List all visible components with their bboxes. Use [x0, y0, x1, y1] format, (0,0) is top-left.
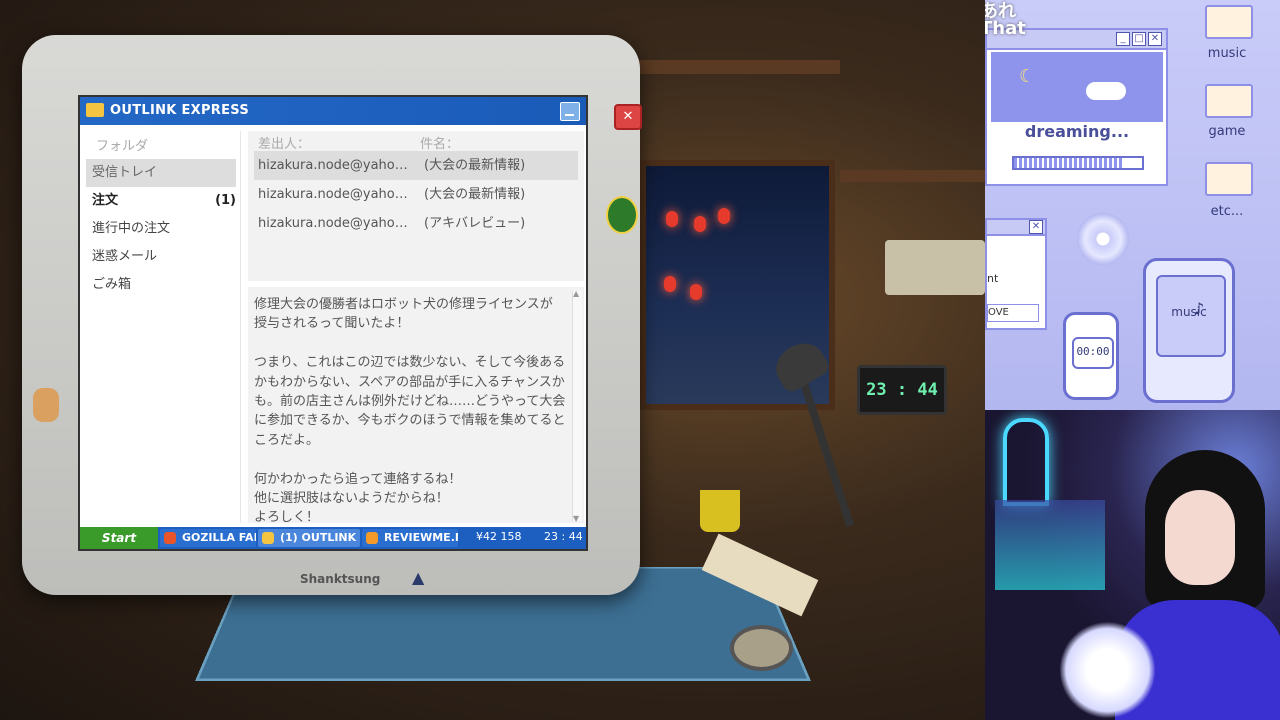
minimize-icon: _ [1116, 32, 1130, 46]
taskbar-item-mail[interactable]: (1) OUTLINK E… [258, 529, 360, 547]
game-scene: 23 : 44 ✕ Shanktsung ▲ OUTLINK EXPRESS フ… [0, 0, 985, 720]
mail-row[interactable]: hizakura.node@yaho… (大会の最新情報) [248, 180, 584, 209]
minimize-button[interactable] [560, 102, 580, 121]
night-sky-image: ☾ [991, 52, 1163, 122]
mail-row[interactable]: hizakura.node@yaho… (アキバレビュー) [248, 209, 584, 238]
webcam-feed [985, 410, 1280, 720]
bear-sticker [33, 388, 59, 422]
review-icon [366, 532, 378, 544]
banana-badge-icon [606, 196, 638, 234]
mail-from: hizakura.node@yaho… [258, 187, 408, 202]
lantern [664, 276, 676, 292]
taskbar-item-browser[interactable]: GOZILLA FAI… [160, 529, 256, 547]
moon-icon: ☾ [1019, 66, 1036, 87]
small-window-text: nt [987, 272, 999, 285]
column-subject[interactable]: 件名： [420, 133, 459, 152]
sidebar-item-orders-in-progress[interactable]: 進行中の注文 [86, 215, 240, 243]
mail-from: hizakura.node@yaho… [258, 158, 408, 173]
small-window: ✕ nt OVE [985, 218, 1047, 330]
watch-icon: 00:00 [1063, 312, 1119, 400]
overlay-caption: あれ That [985, 3, 1026, 39]
lantern [690, 284, 702, 300]
sidebar-item-label: ごみ箱 [92, 277, 132, 292]
lantern [666, 211, 678, 227]
dreaming-progress-bar [1012, 156, 1144, 170]
message-preview: 修理大会の優勝者はロボット犬の修理ライセンスが 授与されるって聞いたよ！ つまり… [248, 287, 584, 523]
mail-list: 差出人： 件名： hizakura.node@yaho… (大会の最新情報) h… [248, 131, 584, 281]
close-icon: ✕ [1148, 32, 1162, 46]
sidebar-item-label: 迷惑メール [92, 249, 158, 264]
taskbar-item-label: (1) OUTLINK E… [280, 531, 360, 544]
taskbar-item-review[interactable]: REVIEWME.NOT [362, 529, 458, 547]
monitor-brand: Shanktsung [300, 572, 381, 586]
taskbar-item-label: GOZILLA FAI… [182, 531, 256, 544]
money-display: ¥42 158 [476, 530, 522, 543]
column-from[interactable]: 差出人： [258, 133, 310, 152]
mail-subject: (大会の最新情報) [424, 158, 526, 173]
sidebar-item-label: 注文 [92, 193, 119, 208]
magnifier[interactable] [730, 625, 793, 671]
maximize-icon: □ [1132, 32, 1146, 46]
ring-lamp [1060, 620, 1155, 720]
cd-icon [1077, 213, 1129, 265]
folder-icon [1205, 5, 1253, 39]
dreaming-label: dreaming... [1024, 122, 1130, 141]
close-icon: ✕ [1029, 220, 1043, 234]
small-window-button: OVE [987, 304, 1039, 322]
window-title: OUTLINK EXPRESS [110, 103, 250, 118]
sidebar-item-spam[interactable]: 迷惑メール [86, 243, 240, 271]
folder-icon [86, 103, 104, 117]
taskbar-clock: 23 : 44 [544, 530, 583, 543]
dreaming-window: _ □ ✕ ☾ dreaming... [985, 28, 1168, 186]
progress-fill [1014, 158, 1123, 168]
browser-icon [164, 532, 176, 544]
sidebar-item-label: 進行中の注文 [92, 221, 171, 236]
folder-header: フォルダ [96, 139, 149, 154]
monitor-close-button[interactable]: ✕ [614, 104, 642, 130]
folder-icon [1205, 84, 1253, 118]
folder-sidebar: フォルダ 受信トレイ 注文 (1) 進行中の注文 迷惑メール ごみ箱 [86, 131, 241, 523]
pencil-cup [700, 490, 740, 532]
message-body: 修理大会の優勝者はロボット犬の修理ライセンスが 授与されるって聞いたよ！ つまり… [254, 297, 566, 523]
wall-shelf [620, 60, 840, 74]
message-scrollbar[interactable] [572, 289, 582, 523]
mail-subject: (大会の最新情報) [424, 187, 526, 202]
mail-row[interactable]: hizakura.node@yaho… (大会の最新情報) [254, 151, 578, 180]
overlay-caption-bottom: That [985, 18, 1026, 39]
background-shelf [995, 500, 1105, 590]
cloud-icon [1086, 82, 1126, 100]
unread-count: (1) [215, 193, 236, 208]
taskbar-item-label: REVIEWME.NOT [384, 531, 458, 544]
sidebar-item-orders[interactable]: 注文 (1) [86, 187, 240, 215]
mountain-logo-icon: ▲ [412, 568, 425, 587]
folder-label-music: music [1207, 46, 1247, 61]
email-client-window: OUTLINK EXPRESS フォルダ 受信トレイ 注文 (1) 進行中の注文… [78, 95, 588, 551]
digital-clock: 23 : 44 [857, 365, 947, 415]
mail-from: hizakura.node@yaho… [258, 216, 408, 231]
neon-light [1003, 418, 1049, 506]
sidebar-item-trash[interactable]: ごみ箱 [86, 271, 240, 299]
stream-overlay: _ □ ✕ ☾ dreaming... あれ That music game e… [985, 0, 1280, 410]
folder-label-etc: etc... [1210, 204, 1244, 219]
folder-icon [262, 532, 274, 544]
lantern [718, 208, 730, 224]
folder-icon [1205, 162, 1253, 196]
sidebar-item-inbox[interactable]: 受信トレイ [86, 159, 236, 187]
wall-shelf [840, 170, 985, 182]
radio [885, 240, 985, 295]
folder-label-game: game [1208, 124, 1246, 139]
taskbar: Start GOZILLA FAI… (1) OUTLINK E… REVIEW… [80, 527, 586, 549]
sidebar-item-label: 受信トレイ [92, 165, 158, 180]
mail-subject: (アキバレビュー) [424, 216, 526, 231]
streamer-face [1165, 490, 1235, 585]
lantern [694, 216, 706, 232]
music-player-icon: ♪ music [1143, 258, 1235, 403]
player-label: music [1171, 305, 1207, 319]
titlebar: OUTLINK EXPRESS [80, 97, 586, 125]
small-window-titlebar: ✕ [987, 220, 1045, 236]
watch-display: 00:00 [1072, 337, 1114, 369]
mail-list-header: 差出人： 件名： [248, 131, 584, 152]
start-button[interactable]: Start [80, 527, 158, 549]
